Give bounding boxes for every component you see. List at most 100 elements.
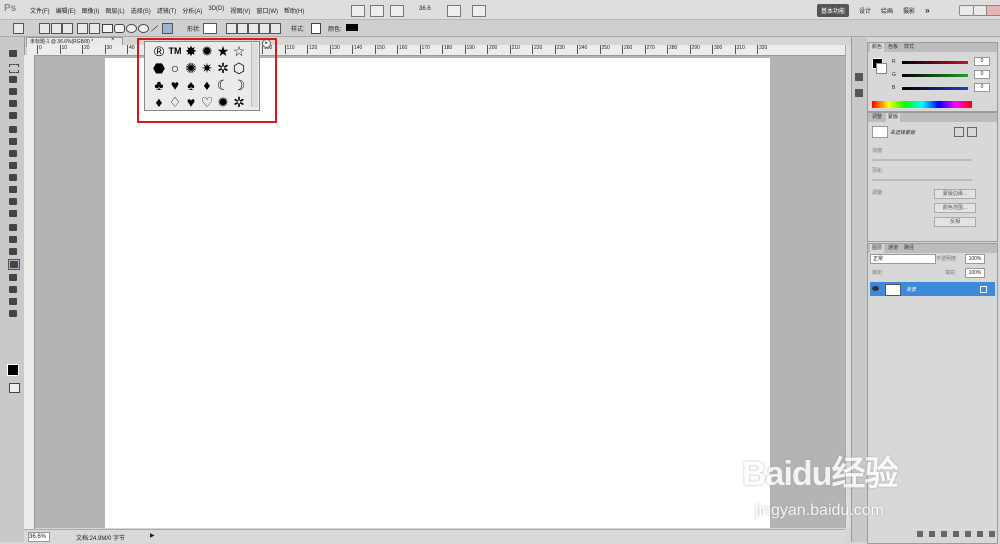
3d-orbit-tool-icon[interactable] [8, 285, 18, 294]
layer-name[interactable]: 背景 [906, 286, 916, 293]
pen-tool-panel-icon[interactable] [8, 223, 18, 232]
add-mask-icon[interactable] [941, 531, 947, 537]
rectangle-shape-icon[interactable] [102, 24, 113, 33]
bg-color-chip[interactable] [876, 63, 887, 74]
tab-masks[interactable]: 蒙版 [886, 113, 901, 122]
blend-mode-select[interactable]: 正常 [870, 254, 936, 264]
invert-button[interactable]: 反相 [934, 217, 976, 227]
tab-swatches[interactable]: 色板 [886, 43, 900, 52]
eyedropper-tool-icon[interactable] [8, 111, 18, 120]
clone-stamp-tool-icon[interactable] [8, 149, 18, 158]
layer-row-background[interactable]: 背景 [870, 282, 995, 296]
menu-help[interactable]: 帮助(H) [284, 6, 304, 15]
menu-file[interactable]: 文件(F) [30, 6, 50, 15]
subtract-shape-icon[interactable] [237, 23, 248, 34]
custom-shape-icon[interactable] [162, 23, 173, 34]
blue-slider[interactable] [902, 87, 968, 90]
green-slider[interactable] [902, 74, 968, 77]
style-swatch[interactable] [311, 23, 321, 34]
zoom-level-dropdown[interactable]: 36.6 [419, 6, 431, 12]
workspace-design[interactable]: 设计 [859, 6, 871, 15]
blue-value[interactable]: 0 [974, 83, 990, 92]
menu-3d[interactable]: 3D(D) [208, 6, 224, 15]
menu-image[interactable]: 图像(I) [82, 6, 100, 15]
dodge-tool-icon[interactable] [8, 209, 18, 218]
tab-color[interactable]: 颜色 [870, 43, 885, 52]
custom-shape-tool-icon[interactable] [8, 259, 20, 270]
menu-view[interactable]: 视图(V) [230, 6, 250, 15]
new-group-icon[interactable] [965, 531, 971, 537]
density-slider[interactable] [872, 159, 972, 161]
quick-mask-icon[interactable] [9, 383, 20, 393]
3d-rotate-tool-icon[interactable] [8, 273, 18, 282]
feather-slider[interactable] [872, 179, 972, 181]
hand-tool-icon[interactable] [8, 297, 18, 306]
menu-filter[interactable]: 滤镜(T) [157, 6, 177, 15]
color-range-button[interactable]: 颜色范围... [934, 203, 976, 213]
zoom-field[interactable]: 36.6% [28, 532, 50, 542]
add-to-shape-icon[interactable] [226, 23, 237, 34]
lasso-tool-icon[interactable] [8, 75, 18, 84]
minibridge-icon[interactable] [370, 5, 384, 17]
menu-analysis[interactable]: 分析(A) [182, 6, 202, 15]
type-tool-icon[interactable] [8, 235, 18, 244]
document-canvas[interactable] [105, 58, 770, 528]
menu-edit[interactable]: 编辑(E) [56, 6, 76, 15]
bridge-icon[interactable] [351, 5, 365, 17]
shape-preview-dropdown[interactable] [203, 23, 217, 34]
fill-color-swatch[interactable] [346, 24, 358, 31]
layer-style-icon[interactable] [929, 531, 935, 537]
adjustment-layer-icon[interactable] [953, 531, 959, 537]
paths-mode-icon[interactable] [51, 23, 62, 34]
menu-layer[interactable]: 图层(L) [105, 6, 124, 15]
polygon-shape-icon[interactable] [138, 24, 149, 33]
new-layer-icon[interactable] [977, 531, 983, 537]
gradient-tool-icon[interactable] [8, 185, 18, 194]
path-select-tool-icon[interactable] [8, 247, 18, 256]
fill-pixels-mode-icon[interactable] [62, 23, 73, 34]
rounded-rectangle-shape-icon[interactable] [114, 24, 125, 33]
exclude-shape-icon[interactable] [259, 23, 270, 34]
marquee-tool-icon[interactable] [8, 63, 19, 73]
green-value[interactable]: 0 [974, 70, 990, 79]
delete-layer-icon[interactable] [989, 531, 995, 537]
tab-paths[interactable]: 路径 [902, 244, 916, 253]
workspace-painting[interactable]: 绘画 [881, 6, 893, 15]
zoom-tool-icon[interactable] [8, 309, 18, 318]
red-value[interactable]: 0 [974, 57, 990, 66]
arrange-documents-icon[interactable] [447, 5, 461, 17]
blur-tool-icon[interactable] [8, 197, 18, 206]
tool-preset-icon[interactable] [13, 23, 24, 34]
more-workspaces-button[interactable]: » [925, 6, 929, 15]
crop-tool-icon[interactable] [8, 99, 18, 108]
vector-mask-icon[interactable] [967, 127, 977, 137]
foreground-color-swatch[interactable] [7, 364, 19, 376]
tab-styles[interactable]: 样式 [902, 43, 916, 52]
history-brush-tool-icon[interactable] [8, 161, 18, 170]
tab-layers[interactable]: 图层 [870, 244, 885, 253]
menu-window[interactable]: 窗口(W) [256, 6, 278, 15]
workspace-photography[interactable]: 摄影 [903, 6, 915, 15]
pixel-mask-icon[interactable] [954, 127, 964, 137]
intersect-shape-icon[interactable] [248, 23, 259, 34]
link-layers-icon[interactable] [917, 531, 923, 537]
pen-tool-icon[interactable] [77, 23, 88, 34]
freeform-pen-icon[interactable] [89, 23, 100, 34]
quick-select-tool-icon[interactable] [8, 87, 18, 96]
close-app-button[interactable] [986, 5, 1000, 16]
ellipse-shape-icon[interactable] [126, 24, 137, 33]
minimize-button[interactable] [959, 5, 974, 16]
red-slider[interactable] [902, 61, 968, 64]
opacity-field[interactable]: 100% [965, 254, 985, 264]
tab-channels[interactable]: 通道 [886, 244, 900, 253]
workspace-essentials[interactable]: 基本功能 [817, 4, 850, 17]
paragraph-panel-icon[interactable] [855, 89, 863, 97]
tab-adjustments[interactable]: 调整 [870, 113, 884, 122]
status-menu-arrow-icon[interactable]: ▶ [150, 532, 155, 539]
shape-layers-mode-icon[interactable] [39, 23, 50, 34]
move-tool-icon[interactable] [8, 49, 18, 58]
healing-brush-tool-icon[interactable] [8, 125, 18, 134]
screen-mode-icon[interactable] [472, 5, 486, 17]
color-spectrum[interactable] [872, 101, 972, 108]
brush-tool-icon[interactable] [8, 137, 18, 146]
